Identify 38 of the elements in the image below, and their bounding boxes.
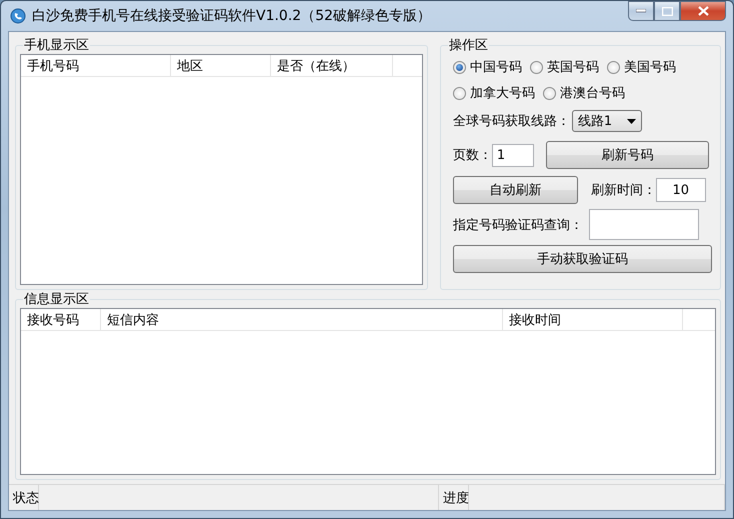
message-list[interactable]: 接收号码 短信内容 接收时间 [20, 308, 716, 475]
column-header[interactable]: 短信内容 [101, 309, 503, 330]
page-field[interactable]: 1 [492, 144, 534, 166]
group-title: 信息显示区 [23, 291, 90, 308]
route-dropdown[interactable]: 线路1 [572, 110, 642, 132]
auto-refresh-button[interactable]: 自动刷新 [452, 176, 578, 204]
close-button[interactable] [680, 1, 726, 21]
column-header[interactable]: 是否（在线） [271, 55, 393, 76]
region-radio[interactable]: 加拿大号码 [452, 84, 535, 102]
column-header[interactable]: 接收号码 [21, 309, 101, 330]
region-radio[interactable]: 英国号码 [530, 58, 599, 76]
column-header[interactable]: 地区 [171, 55, 271, 76]
status-text: 进度 [439, 485, 469, 510]
refresh-numbers-button[interactable]: 刷新号码 [546, 141, 709, 169]
caret-icon [626, 118, 636, 124]
group-title: 手机显示区 [23, 37, 90, 54]
route-label: 全球号码获取线路： [452, 113, 570, 130]
region-radio[interactable]: 中国号码 [452, 58, 522, 76]
interval-field[interactable]: 10 [656, 178, 706, 202]
status-text: 状态 [9, 485, 39, 510]
column-header[interactable]: 接收时间 [503, 309, 683, 330]
interval-label: 刷新时间： [590, 182, 656, 199]
maximize-button[interactable] [654, 1, 680, 21]
minimize-button[interactable] [628, 1, 654, 21]
phone-list[interactable]: 手机号码 地区 是否（在线） [20, 54, 423, 285]
app-icon [10, 8, 26, 24]
page-label: 页数： [452, 147, 492, 164]
region-radio[interactable]: 港澳台号码 [542, 84, 625, 102]
close-icon [698, 6, 708, 16]
column-header[interactable]: 手机号码 [21, 55, 171, 76]
query-field[interactable] [588, 209, 699, 240]
window-title: 白沙免费手机号在线接受验证码软件V1.0.2（52破解绿色专版） [32, 7, 432, 25]
region-radio[interactable]: 美国号码 [606, 58, 676, 76]
group-title: 操作区 [448, 37, 489, 54]
minimize-icon [636, 9, 646, 13]
maximize-icon [662, 6, 672, 16]
manual-fetch-button[interactable]: 手动获取验证码 [452, 245, 712, 273]
query-label: 指定号码验证码查询： [452, 216, 583, 234]
